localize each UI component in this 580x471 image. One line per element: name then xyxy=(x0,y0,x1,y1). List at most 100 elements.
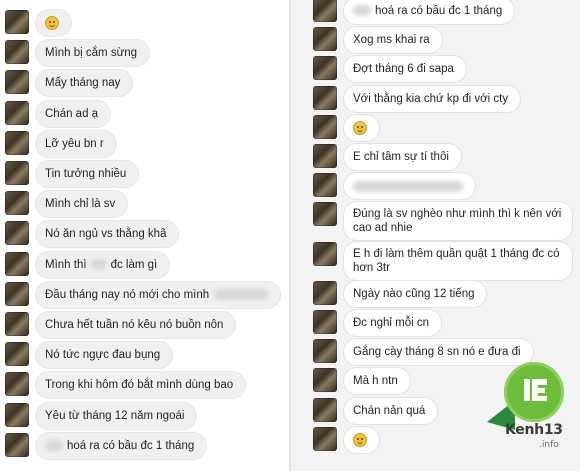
message-text: Mà h ntn xyxy=(353,375,398,388)
avatar[interactable] xyxy=(5,281,29,306)
avatar[interactable] xyxy=(313,173,337,198)
avatar[interactable] xyxy=(5,432,29,457)
avatar[interactable] xyxy=(313,241,337,266)
message-bubble[interactable]: Nó ăn ngủ vs thằng khã xyxy=(35,220,180,249)
avatar[interactable] xyxy=(313,280,337,305)
avatar[interactable] xyxy=(313,310,337,334)
avatar[interactable] xyxy=(5,251,29,276)
message-row: Đợt tháng 6 đi sapa xyxy=(290,55,580,84)
message-bubble[interactable]: Lỡ yêu bn r xyxy=(35,129,117,158)
message-row: hoá ra có bầu đc 1 tháng xyxy=(0,431,290,460)
message-row xyxy=(290,172,580,201)
avatar[interactable] xyxy=(5,161,29,185)
message-bubble[interactable]: Nó tức ngực đau bụng xyxy=(35,341,174,370)
message-row: Đầu tháng nay nó mới cho mình xyxy=(0,280,290,309)
message-text: Chán ad ạ xyxy=(45,107,99,120)
message-text: Trong khi hôm đó bắt mình dùng bao xyxy=(45,379,234,392)
avatar[interactable] xyxy=(5,100,29,125)
message-bubble[interactable]: Chán ad ạ xyxy=(35,99,112,128)
message-bubble[interactable]: Mà h ntn xyxy=(343,367,411,396)
message-bubble[interactable] xyxy=(35,9,72,38)
avatar[interactable] xyxy=(5,221,29,246)
message-text: Xog ms khai ra xyxy=(353,34,430,47)
avatar[interactable] xyxy=(313,339,337,364)
avatar[interactable] xyxy=(313,426,337,451)
message-bubble[interactable]: hoá ra có bầu đc 1 tháng xyxy=(343,0,516,25)
message-bubble[interactable]: Yêu từ tháng 12 năm ngoái xyxy=(35,401,198,430)
message-row: Mình thì đc làm gì xyxy=(0,250,290,279)
message-row: E h đi làm thêm quần quật 1 tháng đc có … xyxy=(290,240,580,281)
message-text: Đầu tháng nay nó mới cho mình xyxy=(45,288,210,301)
message-bubble[interactable]: Đợt tháng 6 đi sapa xyxy=(343,55,467,84)
message-bubble[interactable]: Đúng là sv nghèo như mình thì k nên với … xyxy=(343,201,573,242)
message-row: hoá ra có bầu đc 1 tháng xyxy=(290,0,580,25)
avatar[interactable] xyxy=(313,27,337,52)
message-bubble[interactable]: E chỉ tâm sự tí thôi xyxy=(343,143,462,171)
avatar[interactable] xyxy=(5,342,29,367)
message-text: Mình thì xyxy=(45,258,87,271)
message-bubble[interactable]: Mấy tháng nay xyxy=(35,69,134,98)
column-divider xyxy=(289,0,291,471)
avatar[interactable] xyxy=(313,0,337,22)
message-bubble[interactable] xyxy=(343,425,380,454)
message-row: E chỉ tâm sự tí thôi xyxy=(290,143,580,171)
message-text: Mấy tháng nay xyxy=(45,77,121,90)
avatar[interactable] xyxy=(5,70,29,95)
message-bubble[interactable]: Ngày nào cũng 12 tiếng xyxy=(343,279,488,308)
message-bubble[interactable]: Mình bị cắm sừng xyxy=(35,39,151,68)
message-bubble[interactable]: Chán nản quá xyxy=(343,396,439,425)
avatar[interactable] xyxy=(5,191,29,216)
avatar[interactable] xyxy=(5,372,29,397)
message-row: Tin tưởng nhiều xyxy=(0,160,290,188)
smile-emoji-icon xyxy=(45,16,59,30)
message-text: Nó ăn ngủ vs thằng khã xyxy=(45,228,167,241)
message-bubble[interactable] xyxy=(343,113,380,142)
message-text: E h đi làm thêm quần quật 1 tháng đc có … xyxy=(353,247,560,274)
message-bubble[interactable]: Mình chỉ là sv xyxy=(35,190,129,219)
smile-emoji-icon xyxy=(353,432,367,447)
message-text: Đúng là sv nghèo như mình thì k nên với … xyxy=(353,208,562,235)
avatar[interactable] xyxy=(5,402,29,427)
avatar[interactable] xyxy=(5,130,29,155)
redacted-text xyxy=(90,259,107,271)
message-bubble[interactable]: hoá ra có bầu đc 1 tháng xyxy=(35,431,208,460)
avatar[interactable] xyxy=(313,114,337,139)
message-row: Mình bị cắm sừng xyxy=(0,39,290,68)
message-text: hoá ra có bầu đc 1 tháng xyxy=(375,5,503,17)
message-bubble[interactable]: Với thằng kia chứ kp đi với cty xyxy=(343,84,522,113)
avatar[interactable] xyxy=(313,85,337,110)
avatar[interactable] xyxy=(313,56,337,81)
message-bubble[interactable]: Tin tưởng nhiều xyxy=(35,160,140,188)
avatar[interactable] xyxy=(313,368,337,393)
message-bubble[interactable]: Đầu tháng nay nó mới cho mình xyxy=(35,280,282,309)
redacted-text xyxy=(353,180,463,192)
message-bubble[interactable]: Đc nghỉ mỗi cn xyxy=(343,309,443,337)
message-row xyxy=(0,9,290,38)
message-text: hoá ra có bầu đc 1 tháng xyxy=(67,439,195,452)
message-bubble[interactable] xyxy=(343,172,476,201)
avatar[interactable] xyxy=(313,202,337,227)
message-row: Mấy tháng nay xyxy=(0,69,290,98)
message-text: Đc nghỉ mỗi cn xyxy=(353,317,430,329)
kenh13-watermark: Kenh13 .info xyxy=(487,362,575,462)
message-bubble[interactable]: Chưa hết tuần nó kêu nó buồn nôn xyxy=(35,311,237,339)
avatar[interactable] xyxy=(5,10,29,34)
message-row: Đúng là sv nghèo như mình thì k nên với … xyxy=(290,201,580,242)
watermark-sub: .info xyxy=(539,440,559,450)
message-row: Với thằng kia chứ kp đi với cty xyxy=(290,84,580,113)
smile-emoji-icon xyxy=(353,120,367,135)
avatar[interactable] xyxy=(313,397,337,422)
message-bubble[interactable]: Mình thì đc làm gì xyxy=(35,250,171,279)
message-text-tail: đc làm gì xyxy=(110,258,158,271)
redacted-text xyxy=(353,5,371,17)
avatar[interactable] xyxy=(5,40,29,65)
message-bubble[interactable]: E h đi làm thêm quần quật 1 tháng đc có … xyxy=(343,240,573,281)
message-text: Lỡ yêu bn r xyxy=(45,137,104,150)
avatar[interactable] xyxy=(313,144,337,168)
message-bubble[interactable]: Xog ms khai ra xyxy=(343,26,443,55)
message-bubble[interactable]: Trong khi hôm đó bắt mình dùng bao xyxy=(35,371,247,400)
left-chat-column: Mình bị cắm sừng Mấy tháng nay Chán ad ạ Lỡ… xyxy=(0,0,290,471)
message-text: Nó tức ngực đau bụng xyxy=(45,349,161,362)
avatar[interactable] xyxy=(5,312,29,336)
redacted-text xyxy=(45,440,63,452)
